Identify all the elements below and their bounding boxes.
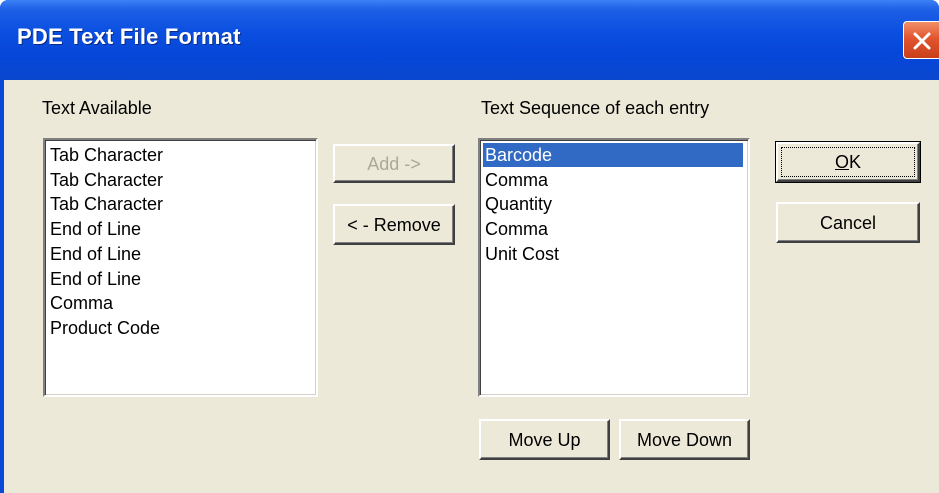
list-item[interactable]: Unit Cost <box>483 242 743 266</box>
cancel-button-label: Cancel <box>819 212 877 233</box>
list-item[interactable]: Comma <box>483 217 743 241</box>
list-item[interactable]: End of Line <box>48 242 141 266</box>
add-button[interactable]: Add -> <box>333 144 455 183</box>
text-available-listbox[interactable]: Tab Character Tab Character Tab Character E… <box>43 138 318 397</box>
ok-mnemonic: O <box>834 152 849 172</box>
remove-button-label: < - Remove <box>347 214 441 235</box>
list-item[interactable]: Comma <box>483 168 743 192</box>
dialog-window: PDE Text File Format Text Available Tab … <box>0 0 939 493</box>
ok-button-label: OK <box>778 152 918 172</box>
list-item[interactable]: Quantity <box>483 192 743 216</box>
text-sequence-listbox[interactable]: Barcode Comma Quantity Comma Unit Cost <box>478 138 750 397</box>
add-button-label: Add -> <box>367 153 421 174</box>
text-available-label: Text Available <box>42 98 152 118</box>
ok-label-rest: K <box>849 152 862 172</box>
close-icon <box>913 32 931 50</box>
dialog-body: Text Available Tab Character Tab Characte… <box>4 80 939 493</box>
list-item[interactable]: Product Code <box>48 316 160 340</box>
cancel-button[interactable]: Cancel <box>776 202 920 243</box>
title-bar[interactable]: PDE Text File Format <box>0 0 939 80</box>
move-up-button[interactable]: Move Up <box>479 419 610 460</box>
list-item[interactable]: Barcode <box>483 143 743 167</box>
list-item[interactable]: Tab Character <box>48 168 163 192</box>
list-item[interactable]: Tab Character <box>48 192 163 216</box>
window-title: PDE Text File Format <box>17 24 241 49</box>
move-down-button[interactable]: Move Down <box>619 419 750 460</box>
list-item[interactable]: Comma <box>48 291 113 315</box>
move-up-button-label: Move Up <box>508 429 581 450</box>
ok-button[interactable]: OK <box>775 141 921 183</box>
move-down-button-label: Move Down <box>636 429 733 450</box>
text-sequence-label: Text Sequence of each entry <box>481 98 710 118</box>
list-item[interactable]: Tab Character <box>48 143 163 167</box>
close-button[interactable] <box>903 21 939 59</box>
remove-button[interactable]: < - Remove <box>333 204 455 245</box>
list-item[interactable]: End of Line <box>48 267 141 291</box>
list-item[interactable]: End of Line <box>48 217 141 241</box>
